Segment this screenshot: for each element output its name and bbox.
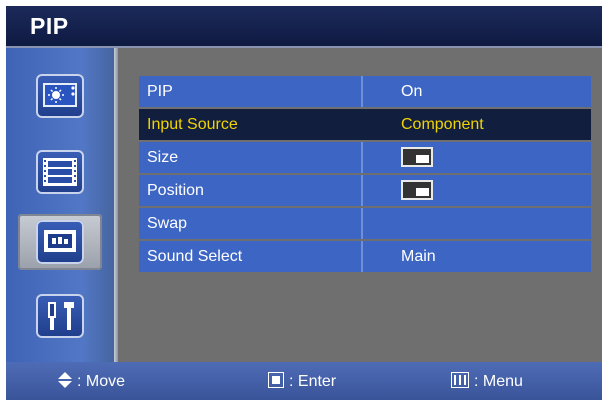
tools-icon bbox=[36, 294, 84, 338]
menu-value-input-source: Component bbox=[363, 109, 591, 140]
menu-label-pip: PIP bbox=[139, 76, 363, 107]
pip-menu: PIP On Input Source Component Size Posit… bbox=[139, 76, 591, 274]
menu-row-sound-select[interactable]: Sound Select Main bbox=[139, 241, 591, 272]
film-icon bbox=[36, 150, 84, 194]
sidebar-tab-film[interactable] bbox=[18, 144, 102, 200]
menu-label-input-source: Input Source bbox=[139, 109, 363, 140]
menu-bars-icon bbox=[451, 372, 469, 391]
help-enter: : Enter bbox=[268, 372, 336, 391]
menu-label-size: Size bbox=[139, 142, 363, 173]
menu-label-sound-select: Sound Select bbox=[139, 241, 363, 272]
title-bar: PIP bbox=[6, 6, 602, 46]
pip-size-icon bbox=[401, 147, 433, 167]
picture-icon bbox=[36, 74, 84, 118]
help-menu: : Menu bbox=[451, 372, 523, 391]
help-move: : Move bbox=[58, 372, 125, 391]
menu-row-swap[interactable]: Swap bbox=[139, 208, 591, 239]
pip-screen-icon bbox=[36, 220, 84, 264]
menu-row-input-source[interactable]: Input Source Component bbox=[139, 109, 591, 140]
sidebar-tab-pip[interactable] bbox=[18, 214, 102, 270]
window-title: PIP bbox=[30, 13, 69, 39]
menu-value-position bbox=[363, 175, 591, 206]
menu-row-size[interactable]: Size bbox=[139, 142, 591, 173]
sidebar-tab-picture[interactable] bbox=[18, 68, 102, 124]
sidebar-tab-tools[interactable] bbox=[18, 288, 102, 344]
help-bar: : Move : Enter : Menu bbox=[6, 362, 602, 400]
help-menu-text: : Menu bbox=[474, 373, 523, 390]
help-move-text: : Move bbox=[77, 373, 126, 390]
menu-value-sound-select: Main bbox=[363, 241, 591, 272]
menu-label-swap: Swap bbox=[139, 208, 363, 239]
menu-value-swap bbox=[363, 208, 591, 239]
menu-label-position: Position bbox=[139, 175, 363, 206]
menu-row-position[interactable]: Position bbox=[139, 175, 591, 206]
menu-row-pip[interactable]: PIP On bbox=[139, 76, 591, 107]
menu-value-pip: On bbox=[363, 76, 591, 107]
enter-square-icon bbox=[268, 372, 284, 391]
help-enter-text: : Enter bbox=[289, 373, 337, 390]
up-down-arrows-icon bbox=[58, 372, 72, 391]
sidebar bbox=[6, 48, 114, 362]
menu-value-size bbox=[363, 142, 591, 173]
pip-position-icon bbox=[401, 180, 433, 200]
